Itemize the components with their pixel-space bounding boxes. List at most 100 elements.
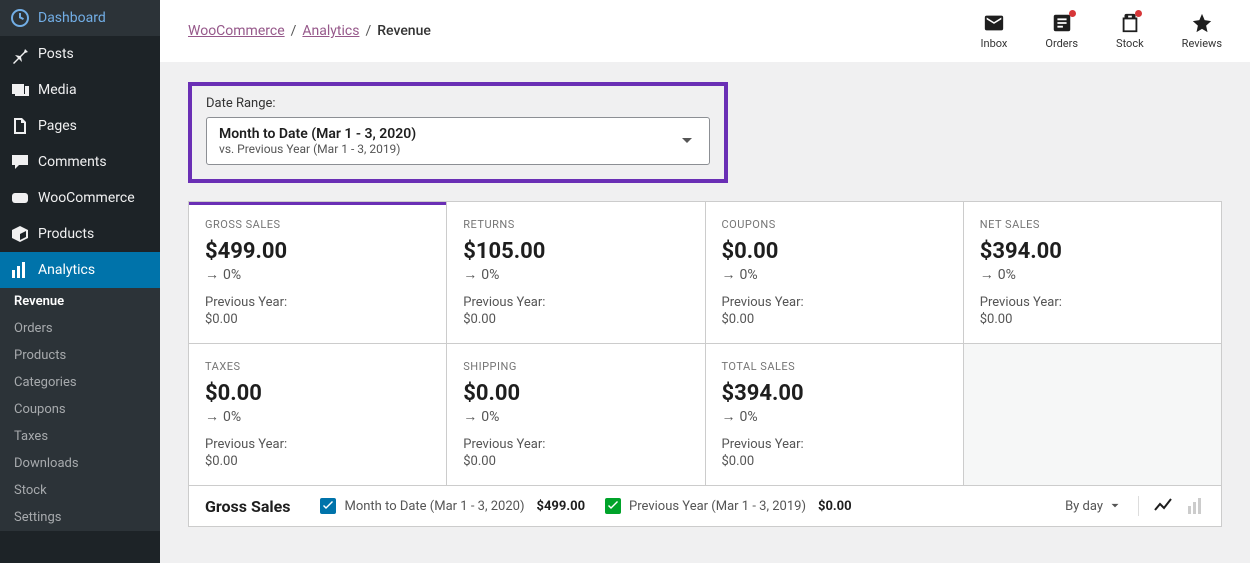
arrow-right-icon: → [205, 408, 219, 425]
breadcrumb-woocommerce[interactable]: WooCommerce [188, 23, 285, 39]
chart-header: Gross Sales Month to Date (Mar 1 - 3, 20… [188, 486, 1222, 527]
submenu-item-taxes[interactable]: Taxes [0, 423, 160, 450]
card-title: SHIPPING [463, 360, 688, 373]
breadcrumb-sep: / [291, 23, 297, 39]
chart-controls: By day [1065, 496, 1205, 516]
sidebar-item-products[interactable]: Products [0, 216, 160, 252]
date-range-dropdown[interactable]: Month to Date (Mar 1 - 3, 2020) vs. Prev… [206, 117, 710, 165]
submenu-item-downloads[interactable]: Downloads [0, 450, 160, 477]
breadcrumb-analytics[interactable]: Analytics [302, 23, 359, 39]
reviews-label: Reviews [1182, 37, 1222, 50]
card-value: $105.00 [463, 239, 688, 264]
card-change: →0% [722, 408, 947, 425]
card-coupons[interactable]: COUPONS $0.00 →0% Previous Year: $0.00 [706, 202, 963, 343]
sidebar-item-media[interactable]: Media [0, 72, 160, 108]
orders-button[interactable]: Orders [1045, 12, 1078, 50]
analytics-icon [10, 260, 30, 280]
inbox-button[interactable]: Inbox [981, 12, 1008, 50]
card-gross-sales[interactable]: GROSS SALES $499.00 →0% Previous Year: $… [189, 202, 446, 343]
woocommerce-icon [10, 188, 30, 208]
comments-icon [10, 152, 30, 172]
line-chart-icon[interactable] [1153, 496, 1173, 516]
sidebar-item-label: Pages [38, 118, 77, 134]
card-prev-label: Previous Year: [980, 295, 1205, 310]
legend-label: Month to Date (Mar 1 - 3, 2020) [344, 499, 524, 514]
card-taxes[interactable]: TAXES $0.00 →0% Previous Year: $0.00 [189, 344, 446, 485]
date-range-main: Month to Date (Mar 1 - 3, 2020) [219, 126, 416, 142]
submenu-item-settings[interactable]: Settings [0, 504, 160, 531]
card-prev-label: Previous Year: [463, 295, 688, 310]
card-change: →0% [722, 266, 947, 283]
chevron-down-icon [1108, 499, 1122, 513]
stock-button[interactable]: Stock [1116, 12, 1144, 50]
card-prev-value: $0.00 [205, 312, 430, 327]
sidebar-item-analytics[interactable]: Analytics [0, 252, 160, 288]
card-change: →0% [205, 266, 430, 283]
interval-label: By day [1065, 499, 1103, 514]
card-returns[interactable]: RETURNS $105.00 →0% Previous Year: $0.00 [447, 202, 704, 343]
card-prev-label: Previous Year: [722, 295, 947, 310]
sidebar-item-label: Dashboard [38, 10, 106, 26]
arrow-right-icon: → [463, 266, 477, 283]
sidebar-item-comments[interactable]: Comments [0, 144, 160, 180]
submenu-item-orders[interactable]: Orders [0, 315, 160, 342]
admin-sidebar: Dashboard Posts Media Pages Comments Woo… [0, 0, 160, 563]
submenu-item-products[interactable]: Products [0, 342, 160, 369]
card-prev-value: $0.00 [463, 312, 688, 327]
card-prev-label: Previous Year: [205, 295, 430, 310]
notification-dot [1069, 10, 1076, 17]
orders-label: Orders [1045, 37, 1078, 50]
card-shipping[interactable]: SHIPPING $0.00 →0% Previous Year: $0.00 [447, 344, 704, 485]
legend-current[interactable]: Month to Date (Mar 1 - 3, 2020) $499.00 [320, 498, 585, 514]
bar-chart-icon[interactable] [1185, 496, 1205, 516]
card-change: →0% [980, 266, 1205, 283]
sidebar-item-woocommerce[interactable]: WooCommerce [0, 180, 160, 216]
chevron-down-icon [677, 131, 697, 151]
legend-previous[interactable]: Previous Year (Mar 1 - 3, 2019) $0.00 [605, 498, 852, 514]
reviews-button[interactable]: Reviews [1182, 12, 1222, 50]
submenu-item-revenue[interactable]: Revenue [0, 288, 160, 315]
media-icon [10, 80, 30, 100]
sidebar-item-label: Products [38, 226, 94, 242]
date-range-sub: vs. Previous Year (Mar 1 - 3, 2019) [219, 142, 416, 156]
submenu-item-categories[interactable]: Categories [0, 369, 160, 396]
card-title: RETURNS [463, 218, 688, 231]
card-prev-value: $0.00 [722, 312, 947, 327]
interval-dropdown[interactable]: By day [1065, 499, 1122, 514]
stock-label: Stock [1116, 37, 1144, 50]
sidebar-item-label: Posts [38, 46, 74, 62]
arrow-right-icon: → [980, 266, 994, 283]
star-icon [1191, 12, 1213, 34]
submenu-item-stock[interactable]: Stock [0, 477, 160, 504]
card-title: GROSS SALES [205, 218, 430, 231]
card-net-sales[interactable]: NET SALES $394.00 →0% Previous Year: $0.… [964, 202, 1221, 343]
header-actions: Inbox Orders Stock Reviews [981, 12, 1222, 50]
arrow-right-icon: → [463, 408, 477, 425]
card-total-sales[interactable]: TOTAL SALES $394.00 →0% Previous Year: $… [706, 344, 963, 485]
notification-dot [1135, 10, 1142, 17]
card-value: $0.00 [205, 381, 430, 406]
sidebar-item-pages[interactable]: Pages [0, 108, 160, 144]
content-area: Date Range: Month to Date (Mar 1 - 3, 20… [160, 62, 1250, 547]
card-title: COUPONS [722, 218, 947, 231]
card-value: $394.00 [722, 381, 947, 406]
card-change: →0% [205, 408, 430, 425]
card-prev-value: $0.00 [205, 454, 430, 469]
breadcrumb-sep: / [365, 23, 371, 39]
card-prev-label: Previous Year: [205, 437, 430, 452]
card-title: TOTAL SALES [722, 360, 947, 373]
analytics-submenu: Revenue Orders Products Categories Coupo… [0, 288, 160, 531]
card-change: →0% [463, 266, 688, 283]
checkbox-icon [320, 498, 336, 514]
legend-label: Previous Year (Mar 1 - 3, 2019) [629, 499, 806, 514]
card-prev-value: $0.00 [722, 454, 947, 469]
page-header: WooCommerce / Analytics / Revenue Inbox … [160, 0, 1250, 62]
breadcrumb: WooCommerce / Analytics / Revenue [188, 23, 431, 39]
sidebar-item-dashboard[interactable]: Dashboard [0, 0, 160, 36]
chart-title: Gross Sales [205, 497, 290, 516]
sidebar-item-posts[interactable]: Posts [0, 36, 160, 72]
submenu-item-coupons[interactable]: Coupons [0, 396, 160, 423]
arrow-right-icon: → [722, 266, 736, 283]
card-title: NET SALES [980, 218, 1205, 231]
arrow-right-icon: → [205, 266, 219, 283]
